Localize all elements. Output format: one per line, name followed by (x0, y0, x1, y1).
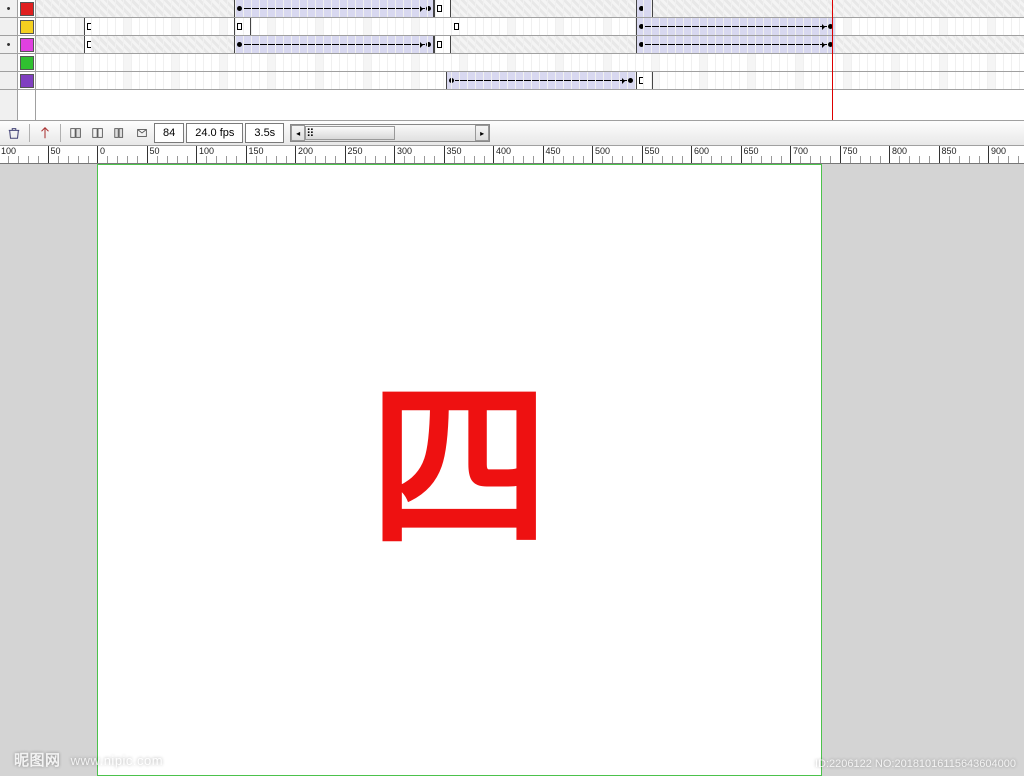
layer-bullet-icon: • (0, 0, 17, 18)
ruler-tick: 900 (988, 146, 1024, 163)
ruler-tick: 250 (345, 146, 395, 163)
keyframe-span[interactable] (84, 18, 92, 35)
keyframe-span[interactable] (234, 0, 434, 17)
scrollbar-thumb[interactable]: ⠿ (305, 126, 395, 140)
ruler-tick: 700 (790, 146, 840, 163)
ruler-tick: 50 (147, 146, 197, 163)
center-frame-icon[interactable] (35, 123, 55, 143)
separator (60, 124, 61, 142)
ruler-tick: 750 (840, 146, 890, 163)
stage-canvas[interactable]: 四 (97, 164, 822, 776)
ruler-tick: 300 (394, 146, 444, 163)
keyframe-span[interactable] (636, 36, 836, 53)
watermark-id: ID:2206122 NO:20181016115643604000 (815, 758, 1016, 770)
ruler-tick: 350 (444, 146, 494, 163)
keyframe-span[interactable] (636, 72, 653, 89)
modify-markers-icon[interactable] (132, 123, 152, 143)
scroll-left-icon[interactable]: ◂ (291, 125, 305, 141)
timeline-status-bar: 84 24.0 fps 3.5s ◂ ⠿ ▸ (0, 120, 1024, 146)
layer-ctrl[interactable] (0, 72, 17, 90)
watermark-url: www.nipic.com (71, 753, 163, 768)
ruler-tick: 450 (543, 146, 593, 163)
ruler-tick: 850 (939, 146, 989, 163)
scroll-right-icon[interactable]: ▸ (475, 125, 489, 141)
ruler-tick: 0 (97, 146, 147, 163)
timeline-scrollbar[interactable]: ◂ ⠿ ▸ (290, 124, 490, 142)
ruler-tick: 500 (592, 146, 642, 163)
ruler-tick: 100 (0, 146, 48, 163)
watermark-brand-text: 昵图网 (14, 752, 61, 769)
elapsed-time-field: 3.5s (245, 123, 284, 143)
playhead[interactable] (832, 0, 833, 120)
timeline-track[interactable] (36, 0, 1024, 18)
layer-color-swatch[interactable] (18, 36, 35, 54)
separator (29, 124, 30, 142)
timeline-track[interactable] (36, 18, 1024, 36)
timeline-track[interactable] (36, 54, 1024, 72)
edit-multiple-frames-icon[interactable] (110, 123, 130, 143)
timeline-track[interactable] (36, 36, 1024, 54)
stage-area[interactable]: 四 (0, 164, 1024, 776)
horizontal-ruler[interactable]: 1005005010015020025030035040045050055060… (0, 146, 1024, 164)
watermark-brand: 昵图网 www.nipic.com (14, 749, 163, 770)
ruler-tick: 550 (642, 146, 692, 163)
onion-skin-icon[interactable] (66, 123, 86, 143)
layer-color-column (18, 0, 36, 120)
keyframe-span[interactable] (84, 36, 92, 53)
keyframe-span[interactable] (446, 72, 636, 89)
timeline-panel: • • (0, 0, 1024, 120)
keyframe-span[interactable] (636, 18, 836, 35)
ruler-tick: 600 (691, 146, 741, 163)
layer-ctrl[interactable] (0, 54, 17, 72)
keyframe-span[interactable] (451, 18, 468, 35)
keyframe-span[interactable] (234, 18, 251, 35)
layer-color-swatch[interactable] (18, 72, 35, 90)
layer-control-column: • • (0, 0, 18, 120)
keyframe-span[interactable] (434, 36, 451, 53)
layer-color-swatch[interactable] (18, 18, 35, 36)
keyframe-span[interactable] (234, 36, 434, 53)
ruler-tick: 200 (295, 146, 345, 163)
keyframe-span[interactable] (636, 0, 653, 17)
keyframe-span[interactable] (434, 0, 451, 17)
layer-color-swatch[interactable] (18, 0, 35, 18)
layer-ctrl[interactable]: • (0, 36, 17, 54)
layer-color-swatch[interactable] (18, 54, 35, 72)
ruler-tick: 50 (48, 146, 98, 163)
ruler-tick: 100 (196, 146, 246, 163)
ruler-tick: 800 (889, 146, 939, 163)
ruler-tick: 650 (741, 146, 791, 163)
frames-area[interactable] (36, 0, 1024, 120)
timeline-track[interactable] (36, 72, 1024, 90)
onion-skin-outline-icon[interactable] (88, 123, 108, 143)
ruler-tick: 150 (246, 146, 296, 163)
layer-ctrl[interactable] (0, 18, 17, 36)
stage-glyph: 四 (369, 380, 549, 560)
layer-bullet-icon: • (0, 36, 17, 54)
frame-rate-field[interactable]: 24.0 fps (186, 123, 243, 143)
layer-ctrl[interactable]: • (0, 0, 17, 18)
current-frame-field[interactable]: 84 (154, 123, 184, 143)
trash-icon[interactable] (4, 123, 24, 143)
ruler-tick: 400 (493, 146, 543, 163)
